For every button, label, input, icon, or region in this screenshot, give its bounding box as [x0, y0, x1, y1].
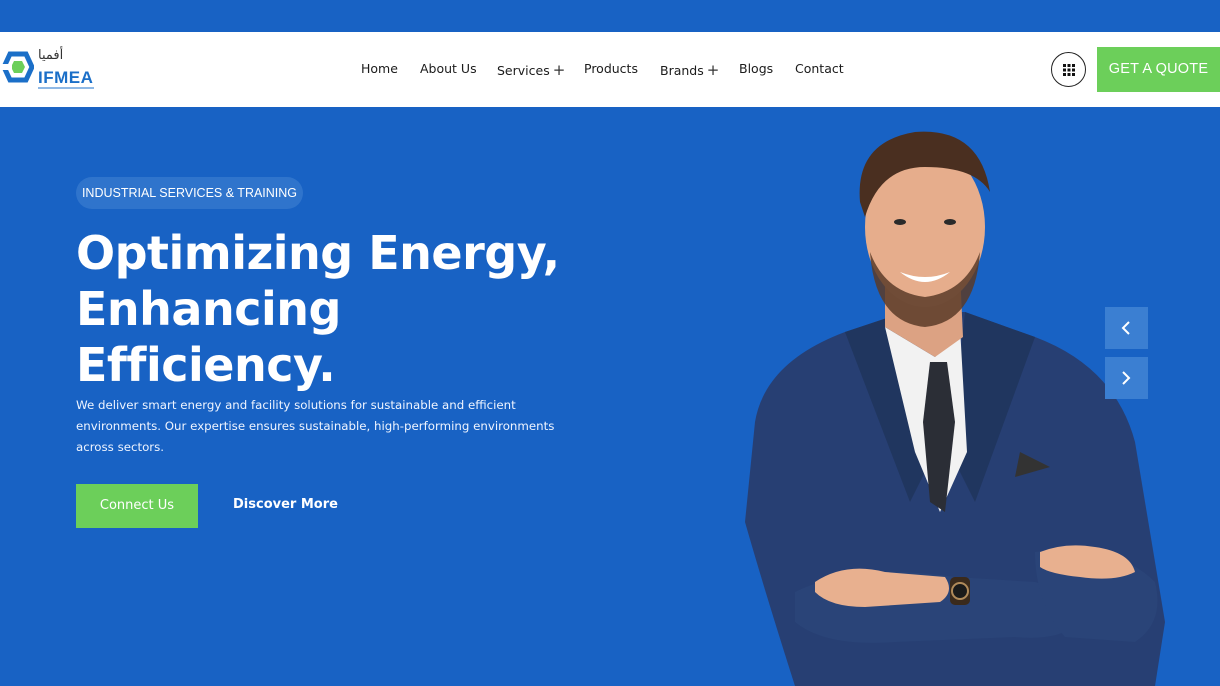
- nav-item-label: Contact: [795, 61, 844, 76]
- headline-line: Optimizing Energy,: [76, 226, 560, 280]
- nav-item-services[interactable]: Services +: [497, 61, 565, 79]
- grid-menu-button[interactable]: [1051, 52, 1086, 87]
- nav-item-label: Brands: [660, 63, 704, 78]
- hero-badge: INDUSTRIAL SERVICES & TRAINING: [76, 177, 303, 209]
- nav-item-about-us[interactable]: About Us: [420, 61, 477, 76]
- headline-line: Efficiency.: [76, 338, 336, 392]
- grid-icon: [1063, 64, 1075, 76]
- discover-more-link[interactable]: Discover More: [233, 497, 338, 512]
- nav-item-label: About Us: [420, 61, 477, 76]
- nav-item-home[interactable]: Home: [361, 61, 398, 76]
- nav-item-products[interactable]: Products: [584, 61, 638, 76]
- hero-person-image: [745, 131, 1165, 686]
- plus-icon: +: [552, 61, 566, 79]
- hero-section: INDUSTRIAL SERVICES & TRAINING Optimizin…: [0, 107, 1220, 686]
- nav-item-label: Services: [497, 63, 550, 78]
- nav-item-blogs[interactable]: Blogs: [739, 61, 773, 76]
- nav-item-label: Products: [584, 61, 638, 76]
- get-a-quote-button[interactable]: GET A QUOTE: [1097, 47, 1220, 92]
- slider-next-button[interactable]: [1105, 357, 1148, 399]
- slider-prev-button[interactable]: [1105, 307, 1148, 349]
- navbar: أفميا IFMEA Home About Us Services + Prod…: [0, 32, 1220, 107]
- main-nav: Home About Us Services + Products Brands +…: [0, 32, 1220, 107]
- chevron-right-icon: [1122, 371, 1131, 385]
- chevron-left-icon: [1121, 321, 1130, 335]
- top-bar: [0, 0, 1220, 32]
- hero-headline: Optimizing Energy, Enhancing Efficiency.: [76, 225, 636, 393]
- nav-item-contact[interactable]: Contact: [795, 61, 844, 76]
- hero-description: We deliver smart energy and facility sol…: [76, 398, 555, 454]
- nav-item-label: Blogs: [739, 61, 774, 76]
- plus-icon: +: [706, 61, 720, 79]
- nav-item-brands[interactable]: Brands +: [660, 61, 719, 79]
- headline-line: Enhancing: [76, 282, 341, 336]
- nav-item-label: Home: [361, 61, 398, 76]
- connect-us-button[interactable]: Connect Us: [76, 484, 198, 528]
